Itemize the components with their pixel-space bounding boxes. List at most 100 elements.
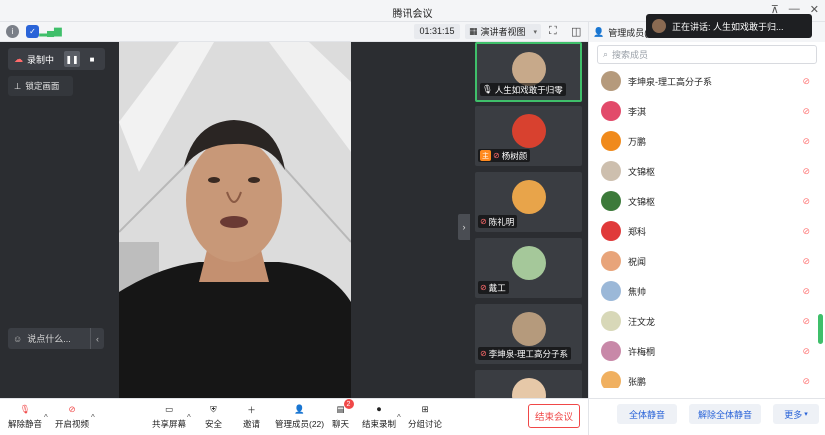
member-row[interactable]: 祝闻 ⊘ bbox=[589, 246, 825, 276]
member-row[interactable]: 文锦枢 ⊘ bbox=[589, 156, 825, 186]
participant-thumbnail[interactable]: 主 ⊘ 杨树颜 bbox=[475, 106, 582, 166]
shield-icon[interactable]: ✓ bbox=[26, 25, 39, 38]
thumbnail-label: 主 ⊘ 杨树颜 bbox=[478, 149, 531, 162]
avatar bbox=[601, 281, 621, 301]
participant-thumbnail[interactable]: ⊘ 陈礼明 bbox=[475, 172, 582, 232]
video-stage: ☁ 录制中 ❚❚ ■ ⊥ 锁定画面 ☺ 说点什么... ‹ › bbox=[0, 42, 470, 398]
signal-icon[interactable]: ▂▄▆ bbox=[39, 25, 61, 38]
grid-icon: ▦ bbox=[469, 26, 478, 36]
fullscreen-icon[interactable]: ⛶ bbox=[549, 25, 557, 38]
pause-record-button[interactable]: ❚❚ bbox=[64, 51, 81, 67]
avatar bbox=[601, 71, 621, 91]
avatar bbox=[511, 52, 546, 86]
participant-thumbnail[interactable]: ⊘ 戴工 bbox=[475, 238, 582, 298]
chat-label: 聊天 bbox=[332, 419, 350, 429]
member-row[interactable]: 张鹏 ⊘ bbox=[589, 366, 825, 388]
member-name: 张鹏 bbox=[628, 376, 647, 387]
mic-off-icon[interactable]: ⊘ bbox=[802, 226, 810, 237]
end-meeting-button[interactable]: 结束会议 bbox=[528, 404, 580, 428]
say-placeholder: 说点什么... bbox=[27, 334, 71, 344]
member-row[interactable]: 李淇 ⊘ bbox=[589, 96, 825, 126]
avatar bbox=[601, 101, 621, 121]
member-row[interactable]: 焦帅 ⊘ bbox=[589, 276, 825, 306]
speaker-avatar bbox=[652, 19, 666, 33]
mic-off-icon[interactable]: ⊘ bbox=[802, 376, 810, 387]
mic-off-icon[interactable]: ⊘ bbox=[802, 76, 810, 87]
mic-off-icon[interactable]: ⊘ bbox=[802, 316, 810, 327]
participant-thumbnail[interactable] bbox=[475, 370, 582, 398]
more-button[interactable]: 更多 ▾ bbox=[773, 404, 819, 424]
video-options-caret[interactable]: ^ bbox=[91, 413, 95, 422]
unmute-button[interactable]: 🎙 解除静音 bbox=[8, 402, 42, 430]
chat-icon: ▤ 2 bbox=[333, 399, 354, 417]
invite-button[interactable]: ＋ 邀请 bbox=[243, 402, 260, 430]
chat-button[interactable]: ▤ 2 聊天 bbox=[332, 399, 354, 430]
lock-view-button[interactable]: ⊥ 锁定画面 bbox=[8, 76, 73, 96]
share-screen-button[interactable]: ▭ 共享屏幕 bbox=[152, 402, 186, 430]
member-list-scrollbar[interactable] bbox=[818, 314, 823, 344]
manage-members-label: 管理成员(22) bbox=[275, 419, 325, 429]
avatar bbox=[601, 371, 621, 388]
thumbnail-name: 李坤泉-理工高分子系 bbox=[488, 348, 569, 359]
view-switch-button[interactable]: ▦ 演讲者视图 ▾ bbox=[465, 24, 541, 39]
mic-off-icon[interactable]: ⊘ bbox=[802, 346, 810, 357]
breakout-button[interactable]: ⊞ 分组讨论 bbox=[408, 402, 442, 430]
member-row[interactable]: 文锦枢 ⊘ bbox=[589, 186, 825, 216]
mute-all-button[interactable]: 全体静音 bbox=[617, 404, 677, 424]
mic-off-icon[interactable]: ⊘ bbox=[802, 286, 810, 297]
member-row[interactable]: 万鹏 ⊘ bbox=[589, 126, 825, 156]
end-recording-label: 结束录制 bbox=[362, 419, 397, 429]
control-bar: 🎙 解除静音 ^ ⊘ 开启视频 ^ ▭ 共享屏幕 ^ ⛨ 安全 ＋ 邀请 👤 管… bbox=[0, 398, 588, 435]
thumbnail-name: 陈礼明 bbox=[488, 216, 515, 227]
mic-off-icon[interactable]: ⊘ bbox=[802, 136, 810, 147]
mic-off-icon: ⊘ bbox=[480, 349, 487, 358]
video-off-icon: ⊘ bbox=[68, 404, 76, 414]
info-icon[interactable]: i bbox=[6, 25, 19, 38]
thumbnail-label: ⊘ 李坤泉-理工高分子系 bbox=[478, 347, 572, 360]
security-label: 安全 bbox=[205, 419, 223, 429]
member-row[interactable]: 汪文龙 ⊘ bbox=[589, 306, 825, 336]
emoji-icon: ☺ bbox=[13, 333, 23, 344]
member-name: 焦帅 bbox=[628, 286, 647, 297]
meeting-toolbar: i ✓ ▂▄▆ 01:31:15 ▦ 演讲者视图 ▾ ⛶ ◫ bbox=[0, 22, 588, 42]
member-row[interactable]: 许梅桐 ⊘ bbox=[589, 336, 825, 366]
audio-options-caret[interactable]: ^ bbox=[44, 413, 48, 422]
mic-off-icon[interactable]: ⊘ bbox=[802, 166, 810, 177]
record-options-caret[interactable]: ^ bbox=[397, 413, 401, 422]
manage-members-button[interactable]: 👤 管理成员(22) bbox=[275, 402, 324, 430]
chevron-down-icon: ▾ bbox=[533, 28, 537, 36]
avatar bbox=[511, 312, 546, 346]
avatar bbox=[601, 251, 621, 271]
avatar bbox=[511, 114, 546, 148]
member-search-input[interactable]: ⌕ 搜索成员 bbox=[597, 45, 817, 64]
avatar bbox=[601, 191, 621, 211]
avatar bbox=[601, 341, 621, 361]
mic-off-icon[interactable]: ⊘ bbox=[802, 256, 810, 267]
collapse-thumbnails-button[interactable]: › bbox=[458, 214, 470, 240]
member-name: 许梅桐 bbox=[628, 346, 656, 357]
participant-thumbnail[interactable]: 🎙 人生如戏敢于归零 bbox=[475, 42, 582, 102]
add-user-icon: ＋ bbox=[247, 404, 256, 415]
security-button[interactable]: ⛨ 安全 bbox=[205, 402, 222, 430]
participant-thumbnail[interactable]: ⊘ 李坤泉-理工高分子系 bbox=[475, 304, 582, 364]
end-recording-button[interactable]: ⏺ 结束录制 bbox=[362, 402, 396, 430]
cloud-record-icon: ☁ bbox=[14, 53, 23, 64]
view-label: 演讲者视图 bbox=[480, 27, 526, 37]
start-video-button[interactable]: ⊘ 开启视频 bbox=[55, 402, 89, 430]
speaking-text: 正在讲话: 人生如戏敢于归... bbox=[672, 21, 784, 32]
chat-quick-input[interactable]: ☺ 说点什么... ‹ bbox=[8, 328, 104, 349]
breakout-icon: ⊞ bbox=[421, 404, 429, 414]
mic-off-icon: ⊘ bbox=[480, 283, 487, 292]
member-row[interactable]: 郑科 ⊘ bbox=[589, 216, 825, 246]
member-name: 祝闻 bbox=[628, 256, 647, 267]
stop-record-button[interactable]: ■ bbox=[84, 51, 100, 67]
member-row[interactable]: 李坤泉-理工高分子系 ⊘ bbox=[589, 68, 825, 96]
share-options-caret[interactable]: ^ bbox=[187, 413, 191, 422]
sidebar-toggle-icon[interactable]: ◫ bbox=[571, 25, 581, 38]
mic-off-icon[interactable]: ⊘ bbox=[802, 106, 810, 117]
chevron-left-icon[interactable]: ‹ bbox=[90, 328, 104, 349]
member-name: 李淇 bbox=[628, 106, 647, 117]
mic-off-icon[interactable]: ⊘ bbox=[802, 196, 810, 207]
invite-label: 邀请 bbox=[243, 419, 261, 429]
unmute-all-button[interactable]: 解除全体静音 bbox=[689, 404, 761, 424]
